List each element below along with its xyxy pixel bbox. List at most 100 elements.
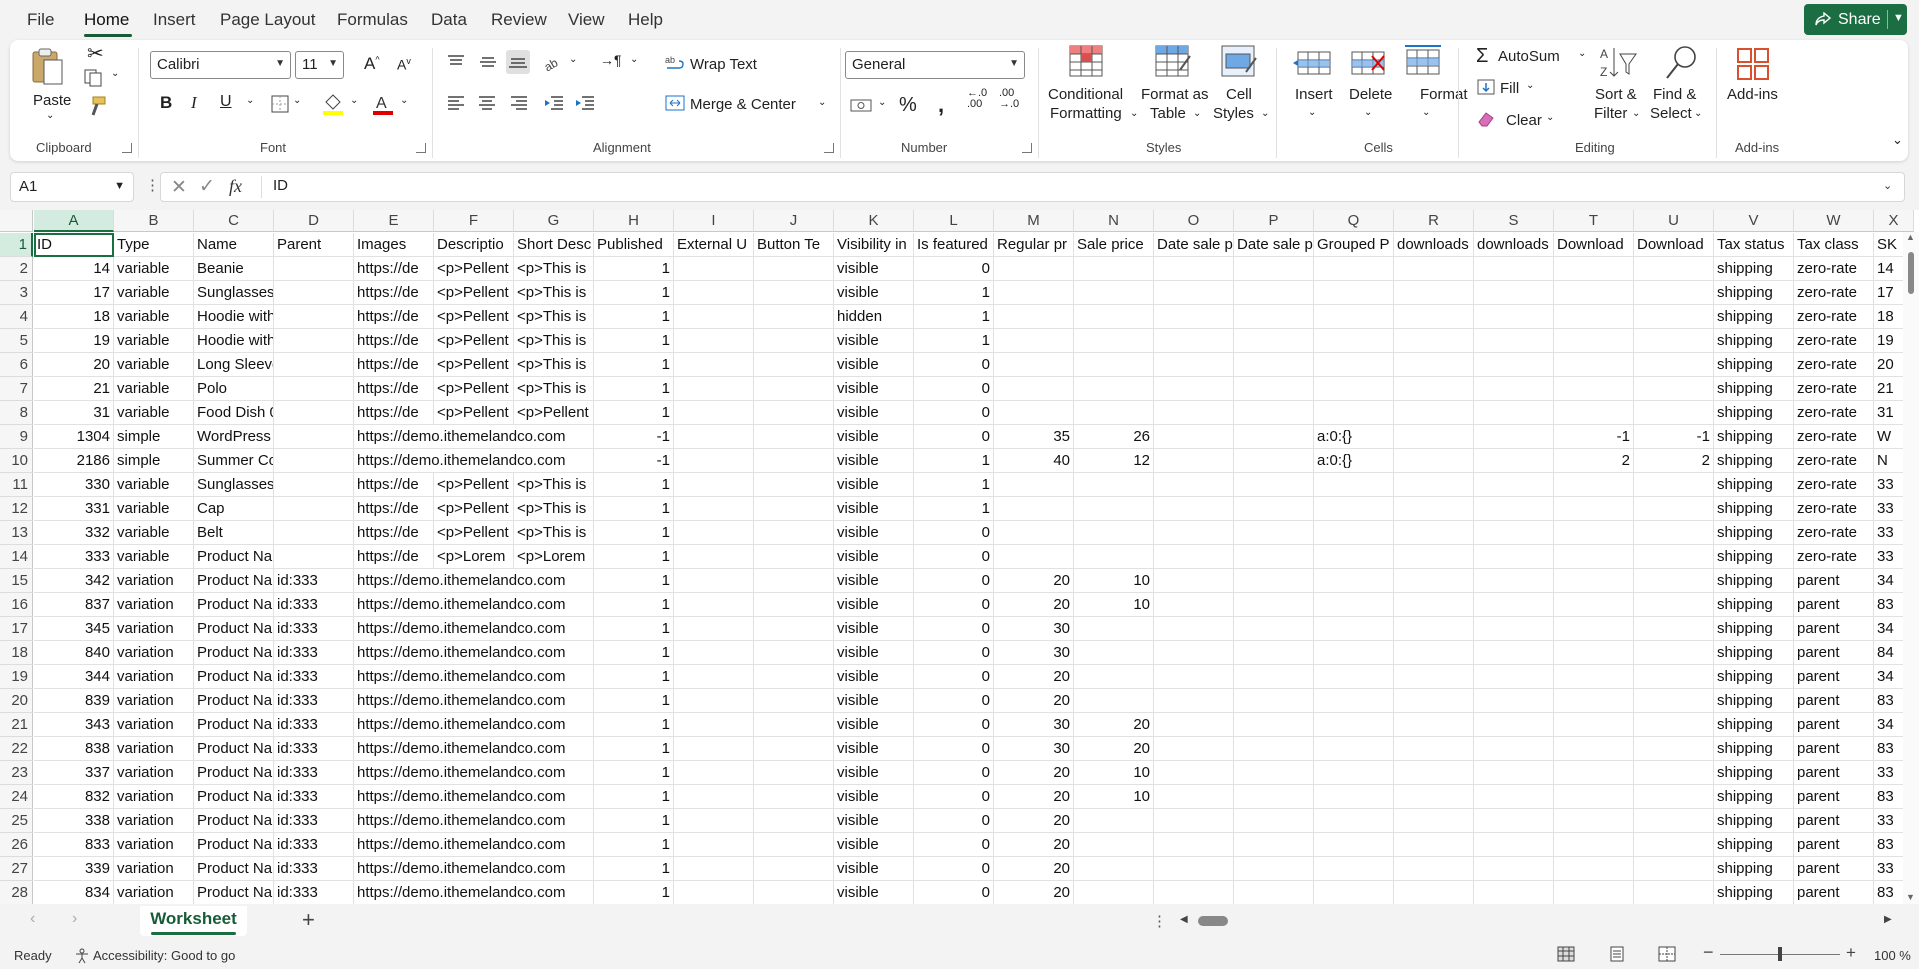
cell-d15[interactable]: id:333 [274,569,354,593]
chevron-down-icon[interactable]: ⌄ [350,95,358,106]
percent-icon[interactable]: % [899,94,917,117]
cell-o17[interactable] [1154,617,1234,641]
row-header[interactable]: 9 [0,425,33,449]
row-header[interactable]: 5 [0,329,33,353]
cell-w7[interactable]: zero-rate [1794,377,1874,401]
cell-h5[interactable]: 1 [594,329,674,353]
cell-w16[interactable]: parent [1794,593,1874,617]
accessibility-status[interactable]: Accessibility: Good to go [93,948,235,963]
insert-cells-label[interactable]: Insert [1295,86,1333,103]
cell-k27[interactable]: visible [834,857,914,881]
cell-u27[interactable] [1634,857,1714,881]
cell-m22[interactable]: 30 [994,737,1074,761]
cell-d23[interactable]: id:333 [274,761,354,785]
cell-n19[interactable] [1074,665,1154,689]
cell-e22[interactable]: https://demo.ithemelandco.com [354,737,594,761]
cell-u5[interactable] [1634,329,1714,353]
cell-r14[interactable] [1394,545,1474,569]
cell-a24[interactable]: 832 [34,785,114,809]
cell-v17[interactable]: shipping [1714,617,1794,641]
cell-o3[interactable] [1154,281,1234,305]
cell-k2[interactable]: visible [834,257,914,281]
cell-q11[interactable] [1314,473,1394,497]
cell-g1[interactable]: Short Desc [514,233,594,257]
cell-j17[interactable] [754,617,834,641]
cell-n3[interactable] [1074,281,1154,305]
cell-a7[interactable]: 21 [34,377,114,401]
horizontal-scroll-thumb[interactable] [1198,916,1228,926]
cell-g7[interactable]: <p>This is [514,377,594,401]
cell-e8[interactable]: https://de [354,401,434,425]
cell-p28[interactable] [1234,881,1314,904]
cell-s8[interactable] [1474,401,1554,425]
cell-n17[interactable] [1074,617,1154,641]
cell-d10[interactable] [274,449,354,473]
row-header[interactable]: 20 [0,689,33,713]
cell-j16[interactable] [754,593,834,617]
row-header[interactable]: 16 [0,593,33,617]
column-header-k[interactable]: K [834,210,914,232]
row-header[interactable]: 28 [0,881,33,904]
cell-a12[interactable]: 331 [34,497,114,521]
cell-b10[interactable]: simple [114,449,194,473]
cell-f5[interactable]: <p>Pellent [434,329,514,353]
cell-r27[interactable] [1394,857,1474,881]
cell-n12[interactable] [1074,497,1154,521]
cell-j18[interactable] [754,641,834,665]
cell-o10[interactable] [1154,449,1234,473]
cell-h12[interactable]: 1 [594,497,674,521]
font-family-combo[interactable]: Calibri ▼ [150,51,291,79]
cell-v22[interactable]: shipping [1714,737,1794,761]
cell-q2[interactable] [1314,257,1394,281]
column-header-f[interactable]: F [434,210,514,232]
cell-i7[interactable] [674,377,754,401]
cell-r2[interactable] [1394,257,1474,281]
cell-t21[interactable] [1554,713,1634,737]
cell-e14[interactable]: https://de [354,545,434,569]
cell-w13[interactable]: zero-rate [1794,521,1874,545]
cell-j22[interactable] [754,737,834,761]
cell-i10[interactable] [674,449,754,473]
cell-c12[interactable]: Cap [194,497,274,521]
cell-a28[interactable]: 834 [34,881,114,904]
cell-p14[interactable] [1234,545,1314,569]
cell-a9[interactable]: 1304 [34,425,114,449]
cell-s15[interactable] [1474,569,1554,593]
cell-r23[interactable] [1394,761,1474,785]
cell-m11[interactable] [994,473,1074,497]
column-header-p[interactable]: P [1234,210,1314,232]
cell-p16[interactable] [1234,593,1314,617]
cell-w8[interactable]: zero-rate [1794,401,1874,425]
cell-s1[interactable]: downloads [1474,233,1554,257]
cell-c24[interactable]: Product Na [194,785,274,809]
cell-o15[interactable] [1154,569,1234,593]
cell-w28[interactable]: parent [1794,881,1874,904]
cell-p3[interactable] [1234,281,1314,305]
chevron-down-icon[interactable]: ⌄ [1261,108,1269,119]
row-header[interactable]: 12 [0,497,33,521]
cell-k20[interactable]: visible [834,689,914,713]
cell-h8[interactable]: 1 [594,401,674,425]
cell-i15[interactable] [674,569,754,593]
cell-h18[interactable]: 1 [594,641,674,665]
cell-i14[interactable] [674,545,754,569]
cell-h28[interactable]: 1 [594,881,674,904]
cell-n27[interactable] [1074,857,1154,881]
cell-v9[interactable]: shipping [1714,425,1794,449]
cell-v16[interactable]: shipping [1714,593,1794,617]
cell-v8[interactable]: shipping [1714,401,1794,425]
find-select-label-2[interactable]: Select [1650,105,1692,122]
cell-j27[interactable] [754,857,834,881]
insert-cells-icon[interactable] [1292,46,1332,78]
cell-p11[interactable] [1234,473,1314,497]
merge-center-icon[interactable] [665,94,685,112]
cell-a2[interactable]: 14 [34,257,114,281]
cell-i28[interactable] [674,881,754,904]
cell-q18[interactable] [1314,641,1394,665]
cell-k26[interactable]: visible [834,833,914,857]
cell-w24[interactable]: parent [1794,785,1874,809]
cell-u7[interactable] [1634,377,1714,401]
cell-l1[interactable]: Is featured [914,233,994,257]
cell-j4[interactable] [754,305,834,329]
cell-p13[interactable] [1234,521,1314,545]
